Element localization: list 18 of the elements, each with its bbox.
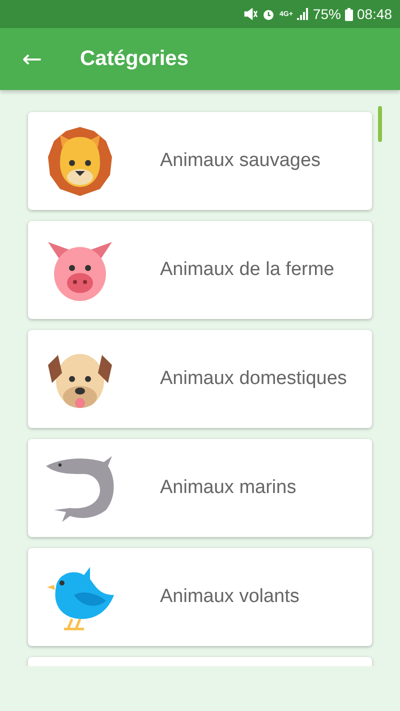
category-card[interactable]: Animaux marins — [28, 439, 372, 537]
category-card[interactable]: Animaux sauvages — [28, 112, 372, 210]
category-label: Animaux volants — [160, 586, 300, 608]
clock: 08:48 — [356, 6, 392, 22]
scrollbar — [378, 106, 382, 142]
category-label: Animaux domestiques — [160, 368, 347, 390]
signal-icon — [296, 8, 309, 20]
category-label: Animaux sauvages — [160, 150, 321, 172]
alarm-icon — [262, 8, 276, 20]
category-label: Animaux de la ferme — [160, 259, 334, 281]
category-card[interactable]: Animaux volants — [28, 548, 372, 646]
screen-title: Catégories — [80, 47, 189, 71]
category-label: Animaux marins — [160, 477, 296, 499]
mute-icon — [244, 8, 258, 20]
battery-level: 75% — [312, 6, 341, 22]
category-card[interactable]: Animaux de la ferme — [28, 221, 372, 319]
category-card[interactable]: Animaux domestiques — [28, 330, 372, 428]
battery-icon — [344, 8, 353, 20]
